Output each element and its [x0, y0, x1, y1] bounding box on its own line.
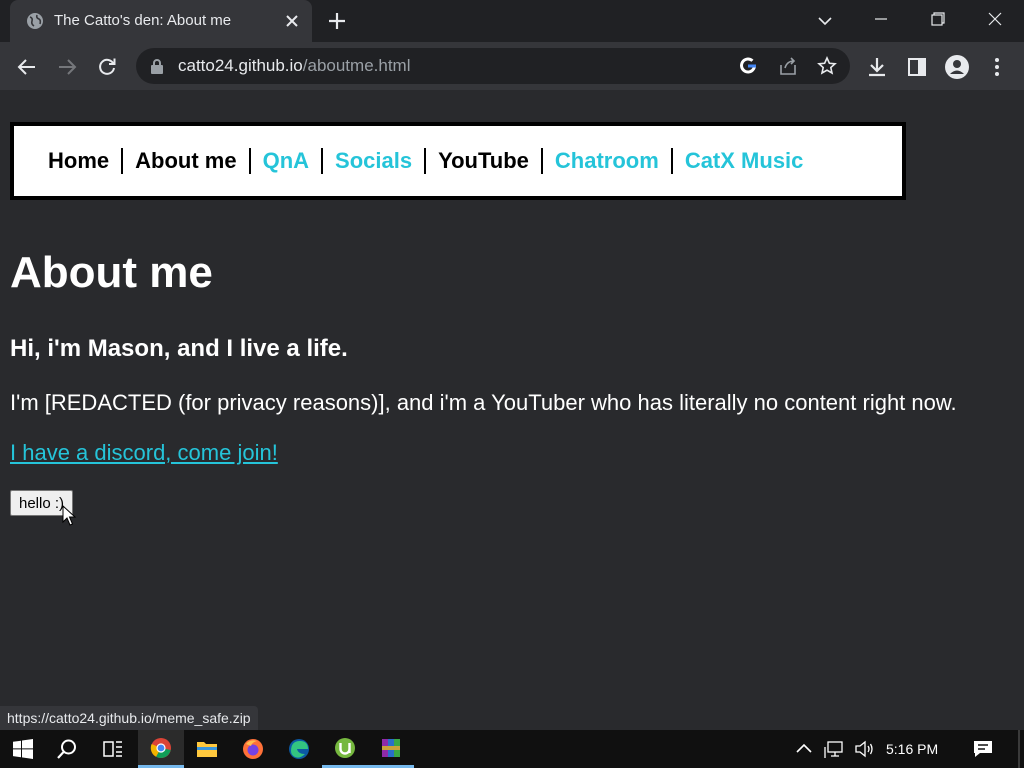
site-navbar: Home About me QnA Socials YouTube Chatro…	[10, 122, 906, 200]
nav-catx-music[interactable]: CatX Music	[673, 148, 816, 174]
edge-icon	[289, 739, 309, 759]
restore-button[interactable]	[909, 0, 967, 38]
nav-qna[interactable]: QnA	[251, 148, 324, 174]
volume-icon[interactable]	[854, 739, 874, 759]
menu-button[interactable]	[984, 54, 1010, 80]
forward-button[interactable]	[54, 54, 80, 80]
windows-taskbar: 5:16 PM	[0, 730, 1024, 768]
nav-chatroom[interactable]: Chatroom	[543, 148, 673, 174]
notification-icon[interactable]	[972, 739, 994, 759]
profile-icon	[945, 55, 969, 79]
close-icon	[988, 12, 1002, 26]
nav-youtube[interactable]: YouTube	[426, 148, 543, 174]
new-tab-icon[interactable]	[326, 10, 348, 32]
intro-paragraph: I'm [REDACTED (for privacy reasons)], an…	[10, 390, 957, 415]
nav-about-me[interactable]: About me	[123, 148, 251, 174]
bookmark-star-icon[interactable]	[817, 56, 837, 76]
start-icon	[13, 739, 33, 759]
page-subheading: Hi, i'm Mason, and I live a life.	[10, 335, 348, 362]
firefox-icon	[243, 739, 263, 759]
taskbar-file-explorer[interactable]	[184, 730, 230, 768]
task-view-icon	[103, 741, 122, 757]
url-host: catto24.github.io	[178, 56, 303, 75]
tab-title: The Catto's den: About me	[54, 12, 232, 29]
close-window-button[interactable]	[966, 0, 1024, 38]
nav-home[interactable]: Home	[40, 148, 124, 174]
taskbar-winrar[interactable]	[368, 730, 414, 768]
globe-icon	[27, 13, 43, 29]
reload-button[interactable]	[94, 54, 120, 80]
utorrent-icon	[335, 737, 355, 758]
browser-tab[interactable]: The Catto's den: About me	[10, 0, 312, 42]
start-button[interactable]	[0, 730, 46, 768]
taskbar-edge[interactable]	[276, 730, 322, 768]
file-explorer-icon	[197, 742, 217, 757]
task-view-button[interactable]	[90, 730, 136, 768]
chrome-icon	[150, 737, 171, 758]
taskbar-clock[interactable]: 5:16 PM	[886, 741, 938, 757]
discord-link[interactable]: I have a discord, come join!	[10, 440, 278, 466]
taskbar-firefox[interactable]	[230, 730, 276, 768]
url-text[interactable]: catto24.github.io/aboutme.html	[178, 56, 411, 76]
mouse-cursor-icon	[62, 505, 76, 526]
nav-socials[interactable]: Socials	[323, 148, 427, 174]
tab-strip: The Catto's den: About me	[0, 0, 1024, 42]
side-panel-icon	[908, 58, 926, 76]
close-tab-icon[interactable]	[282, 11, 302, 31]
taskbar-utorrent[interactable]	[322, 730, 368, 768]
minimize-icon	[875, 18, 887, 20]
side-panel-button[interactable]	[904, 54, 930, 80]
show-desktop-button[interactable]	[1018, 730, 1020, 768]
kebab-menu-icon	[995, 58, 999, 76]
profile-button[interactable]	[944, 54, 970, 80]
back-arrow-icon	[17, 59, 35, 75]
downloads-button[interactable]	[864, 54, 890, 80]
chevron-down-icon[interactable]	[814, 10, 836, 32]
status-bar-url: https://catto24.github.io/meme_safe.zip	[0, 706, 258, 730]
chevron-up-icon[interactable]	[794, 739, 814, 759]
download-icon	[869, 58, 885, 77]
forward-arrow-icon	[59, 59, 77, 75]
winrar-icon	[382, 738, 400, 757]
web-page: Home About me QnA Socials YouTube Chatro…	[0, 90, 1024, 730]
url-path: /aboutme.html	[302, 56, 411, 75]
search-button[interactable]	[44, 730, 90, 768]
taskbar-chrome[interactable]	[138, 730, 184, 768]
restore-icon	[931, 12, 945, 26]
minimize-button[interactable]	[852, 0, 910, 38]
search-icon	[57, 739, 76, 759]
google-lens-icon[interactable]	[738, 56, 758, 76]
share-icon[interactable]	[778, 56, 798, 76]
back-button[interactable]	[14, 54, 40, 80]
lock-icon[interactable]	[150, 58, 164, 74]
reload-icon	[99, 58, 116, 75]
network-icon[interactable]	[824, 739, 844, 759]
page-title: About me	[10, 248, 213, 297]
